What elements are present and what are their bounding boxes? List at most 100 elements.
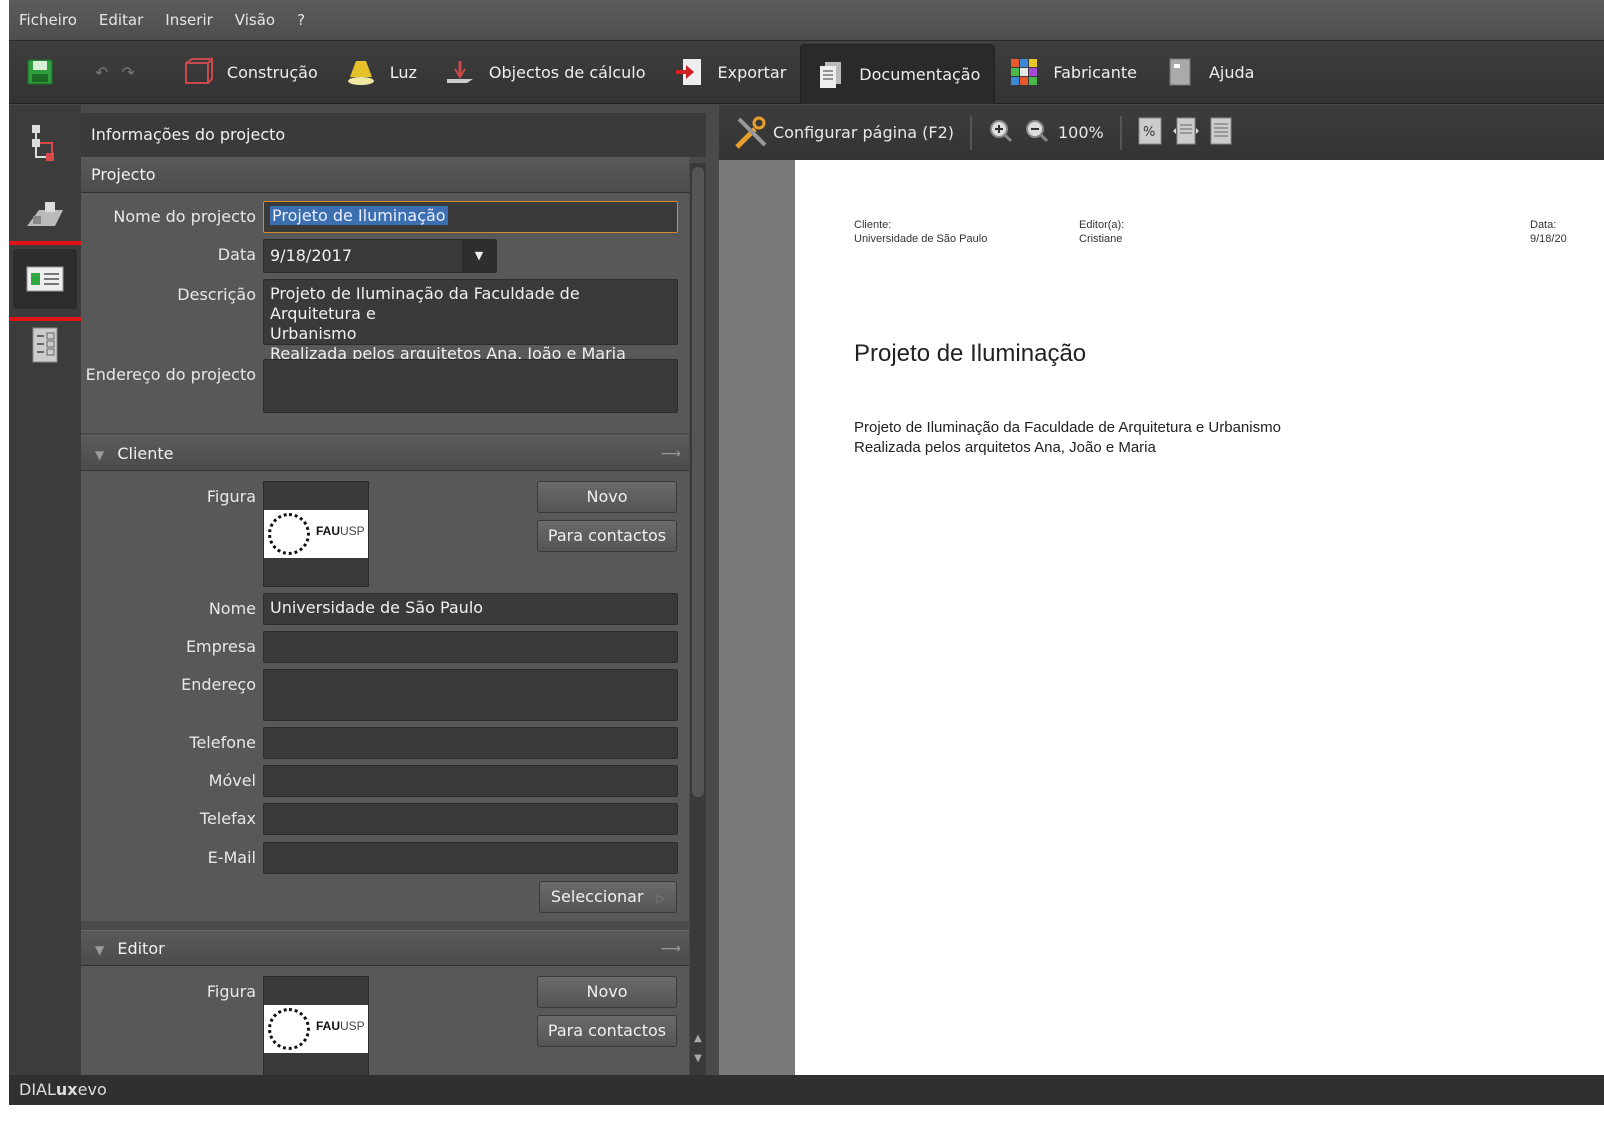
email-input[interactable] [263, 842, 678, 874]
client-form: Figura FAUUSP Novo Para contactos Nome U… [81, 471, 689, 921]
document-title: Projeto de Iluminação [854, 340, 1087, 367]
document-toolbar: Configurar página (F2) 100% % [719, 105, 1604, 160]
menu-view[interactable]: Visão [235, 11, 275, 29]
scroll-up-icon[interactable]: ▲ [692, 1033, 704, 1049]
select-button[interactable]: Seleccionar ▷ [539, 881, 677, 913]
panel-scrollbar[interactable]: ▲ ▼ [690, 163, 706, 1075]
project-form: Nome do projecto Projeto de Iluminação D… [81, 193, 689, 433]
editor-contacts-button[interactable]: Para contactos [537, 1015, 677, 1047]
editor-logo-text-bold: FAU [316, 1019, 340, 1033]
client-logo[interactable]: FAUUSP [263, 481, 369, 587]
building-icon [183, 56, 215, 87]
dropdown-arrow-icon[interactable]: ▼ [462, 240, 496, 272]
collapse-chevron-icon[interactable]: ▼ [95, 932, 104, 968]
fit-width-icon[interactable] [1172, 117, 1200, 149]
section-project-title: Projecto [91, 165, 156, 184]
hierarchy-icon [32, 125, 54, 161]
header-editor-value: Cristiane [1079, 233, 1123, 245]
section-project-header: Projecto [81, 157, 689, 193]
description-label: Descrição [177, 285, 256, 304]
zoom-in-icon[interactable] [988, 118, 1014, 148]
company-label: Empresa [185, 637, 256, 656]
project-name-label: Nome do projecto [113, 207, 256, 226]
client-address-label: Endereço [181, 675, 256, 694]
tab-export-label: Exportar [717, 62, 787, 82]
project-name-input[interactable]: Projeto de Iluminação [263, 201, 678, 233]
header-client: Cliente: Universidade de São Paulo [854, 218, 987, 246]
select-button-label: Seleccionar [550, 887, 644, 906]
menu-help[interactable]: ? [297, 11, 305, 29]
menu-file[interactable]: Ficheiro [19, 11, 77, 29]
zoom-percent-icon[interactable]: % [1138, 117, 1162, 149]
tab-manufacturer[interactable]: Fabricante [995, 44, 1151, 100]
editor-logo[interactable]: FAUUSP [263, 976, 369, 1075]
tab-documentation[interactable]: Documentação [800, 44, 996, 104]
zoom-level: 100% [1057, 123, 1104, 142]
project-address-label: Endereço do projecto [85, 365, 256, 384]
document-preview-area[interactable]: Cliente: Universidade de São Paulo Edito… [719, 160, 1604, 1075]
brand-logo: DIALuxevo [19, 1080, 107, 1099]
brand-part-3: evo [77, 1080, 107, 1099]
tab-calculation-objects[interactable]: Objectos de cálculo [431, 44, 660, 100]
pin-icon[interactable]: ⟶ [661, 436, 681, 472]
description-line-2: Urbanismo [270, 324, 357, 343]
manufacturer-icon [1009, 57, 1039, 87]
phone-input[interactable] [263, 727, 678, 759]
tab-construction[interactable]: Construção [169, 44, 332, 100]
panel-title: Informações do projecto [81, 113, 706, 157]
menu-bar: Ficheiro Editar Inserir Visão ? [9, 0, 1604, 40]
undo-redo-icon[interactable]: ↶ ↷ [95, 63, 139, 82]
menu-insert[interactable]: Inserir [165, 11, 212, 29]
client-logo-text-rest: USP [340, 524, 365, 538]
company-input[interactable] [263, 631, 678, 663]
editor-new-button[interactable]: Novo [537, 976, 677, 1008]
pin-icon[interactable]: ⟶ [661, 931, 681, 967]
section-editor-header[interactable]: ▼ Editor ⟶ [81, 930, 689, 966]
client-contacts-button[interactable]: Para contactos [537, 520, 677, 552]
fax-input[interactable] [263, 803, 678, 835]
tab-export[interactable]: Exportar [660, 44, 801, 100]
header-editor-label: Editor(a): [1079, 219, 1125, 231]
header-date-label: Data: [1530, 219, 1557, 231]
scene-button[interactable] [13, 185, 77, 245]
tab-light[interactable]: Luz [332, 44, 431, 100]
lamp-icon [346, 57, 376, 87]
calc-object-icon [445, 57, 475, 87]
section-client-header[interactable]: ▼ Cliente ⟶ [81, 435, 689, 471]
main-toolbar: ↶ ↷ Construção Luz Objectos de cálculo E… [9, 40, 1604, 104]
client-new-button[interactable]: Novo [537, 481, 677, 513]
editor-form: Figura FAUUSP Novo Para contactos [81, 966, 689, 1075]
help-book-icon [1165, 57, 1195, 87]
tab-help[interactable]: Ajuda [1151, 44, 1269, 100]
collapse-chevron-icon[interactable]: ▼ [95, 437, 104, 473]
client-address-input[interactable] [263, 669, 678, 721]
date-value: 9/18/2017 [270, 246, 353, 265]
client-name-input[interactable]: Universidade de São Paulo [263, 593, 678, 625]
project-tree-button[interactable] [13, 113, 77, 173]
editor-figure-label: Figura [206, 982, 256, 1001]
date-picker[interactable]: 9/18/2017 ▼ [263, 239, 497, 273]
mobile-input[interactable] [263, 765, 678, 797]
project-info-panel: Informações do projecto Projecto Nome do… [81, 105, 706, 1075]
project-address-input[interactable] [263, 359, 678, 413]
client-figure-label: Figura [206, 487, 256, 506]
document-description: Projeto de Iluminação da Faculdade de Ar… [854, 418, 1281, 458]
report-button[interactable] [13, 315, 77, 375]
menu-edit[interactable]: Editar [99, 11, 143, 29]
tab-documentation-label: Documentação [859, 65, 981, 84]
header-date-value: 9/18/20 [1530, 233, 1567, 245]
zoom-out-icon[interactable] [1024, 118, 1050, 148]
svg-text:%: % [1143, 125, 1155, 140]
highlight-annotation [9, 241, 92, 321]
scrollbar-thumb[interactable] [692, 167, 704, 797]
page-setup-button[interactable]: Configurar página (F2) [733, 115, 954, 151]
scroll-down-icon[interactable]: ▼ [692, 1053, 704, 1069]
save-icon[interactable] [25, 57, 55, 87]
description-textarea[interactable]: Projeto de Iluminação da Faculdade de Ar… [263, 279, 678, 363]
document-page: Cliente: Universidade de São Paulo Edito… [795, 160, 1604, 1075]
documentation-icon [815, 60, 845, 90]
fit-page-icon[interactable] [1210, 117, 1232, 149]
tab-calculation-objects-label: Objectos de cálculo [488, 62, 646, 82]
client-logo-text-bold: FAU [316, 524, 340, 538]
project-name-value: Projeto de Iluminação [270, 206, 448, 225]
